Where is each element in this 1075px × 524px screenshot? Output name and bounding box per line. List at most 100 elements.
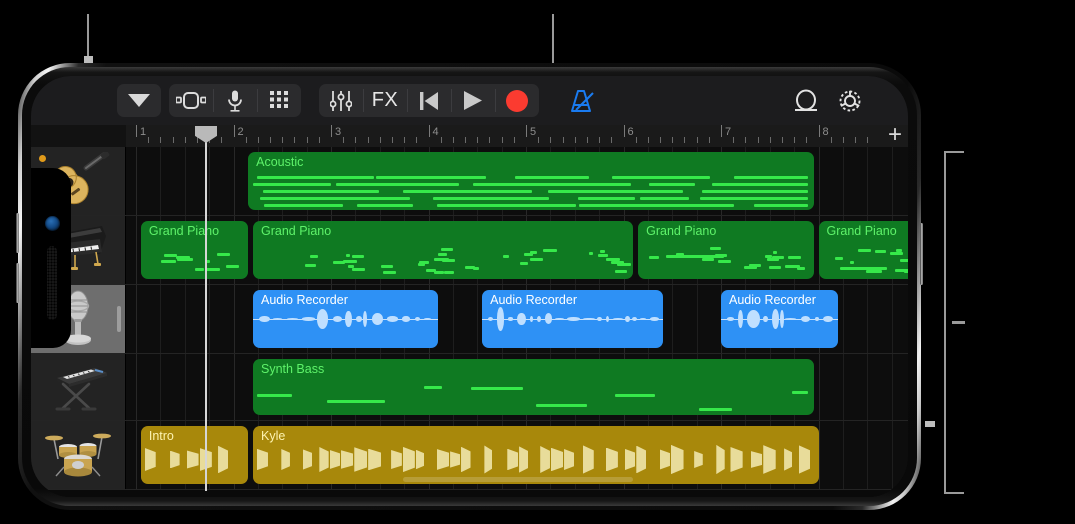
audio-recorder-track[interactable]: Audio Recorder Audio Recorder Audio Record…	[31, 285, 908, 354]
region-green[interactable]: Grand Piano	[253, 221, 634, 279]
toolbar: FX	[31, 76, 908, 125]
grand-piano-track-lane[interactable]: Grand Piano Grand Piano Grand Piano Grand P…	[126, 216, 908, 284]
drum-beat-marker	[302, 449, 313, 470]
ruler-tick	[513, 137, 515, 143]
waveform-blob	[596, 316, 603, 322]
region-blue[interactable]: Audio Recorder	[721, 290, 838, 348]
ruler-tick	[611, 137, 613, 143]
acoustic-guitar-track[interactable]: Acoustic	[31, 147, 908, 216]
ruler-tick	[842, 137, 844, 143]
region-yellow[interactable]: Kyle	[253, 426, 819, 484]
region-blue[interactable]: Audio Recorder	[482, 290, 663, 348]
ruler-tick	[757, 137, 759, 143]
waveform-blob	[738, 309, 744, 329]
track-record-enable-dot[interactable]	[39, 155, 46, 162]
add-track-button[interactable]: +	[888, 123, 902, 147]
synth-bass-track[interactable]: Synth Bass	[31, 354, 908, 421]
midi-note	[702, 190, 808, 193]
ruler-bar-number: 7	[725, 126, 732, 138]
region-green[interactable]: Acoustic	[248, 152, 814, 210]
gear-icon	[839, 90, 861, 111]
drum-beat-marker	[730, 446, 743, 472]
drum-beat-marker	[636, 445, 647, 474]
volume-down-button[interactable]	[16, 263, 19, 303]
lane-gridline	[672, 285, 674, 353]
waveform-blob	[286, 318, 298, 320]
region-green[interactable]: Grand Piano	[140, 221, 249, 279]
midi-note	[424, 385, 443, 389]
playhead[interactable]	[205, 140, 207, 491]
drum-beat-marker	[694, 451, 703, 468]
lane-gridline	[184, 285, 186, 353]
drummer-track-lane[interactable]: Intro Kyle	[126, 421, 908, 489]
settings-button[interactable]	[828, 84, 872, 117]
lane-gridline	[842, 421, 844, 489]
ruler-tick	[781, 137, 783, 143]
ruler-tick	[794, 137, 796, 143]
midi-note	[791, 390, 808, 394]
play-button[interactable]	[451, 84, 495, 117]
synth-bass-track-header[interactable]	[31, 354, 126, 420]
midi-note	[257, 393, 292, 397]
midi-note	[709, 247, 722, 251]
acoustic-guitar-track-lane[interactable]: Acoustic	[126, 147, 908, 215]
ruler-tick	[404, 137, 406, 143]
ruler-tick	[647, 137, 649, 143]
midi-note	[577, 197, 635, 200]
volume-up-button[interactable]	[16, 213, 19, 253]
waveform-blob	[516, 312, 526, 326]
undo-button[interactable]	[784, 84, 828, 117]
midi-note	[336, 183, 460, 186]
ruler-tick	[684, 137, 686, 143]
mixer-button[interactable]	[319, 84, 363, 117]
loop-browser-button[interactable]	[169, 84, 213, 117]
rewind-button[interactable]	[407, 84, 451, 117]
midi-note	[470, 387, 523, 391]
midi-note	[472, 183, 631, 186]
waveform-blob	[363, 311, 368, 327]
navigation-chevron-button[interactable]	[117, 84, 161, 117]
region-scrollbar[interactable]	[403, 477, 633, 482]
region-yellow[interactable]: Intro	[140, 426, 249, 484]
region-green[interactable]: Grand Piano	[818, 221, 908, 279]
midi-note	[788, 255, 801, 259]
region-green[interactable]: Synth Bass	[253, 359, 814, 415]
region-green[interactable]: Grand Piano	[638, 221, 814, 279]
grand-piano-track[interactable]: Grand Piano Grand Piano Grand Piano Grand P…	[31, 216, 908, 285]
midi-note	[588, 251, 594, 255]
lane-gridline	[136, 354, 137, 420]
lane-gridline	[867, 147, 869, 215]
drum-beat-marker	[484, 445, 493, 474]
lane-gridline	[209, 147, 211, 215]
ruler-tick	[769, 137, 771, 143]
timeline-ruler[interactable]: + 1 2 3 4 5 6 7 8	[31, 123, 908, 147]
midi-note	[433, 197, 549, 200]
lane-gridline	[867, 354, 869, 420]
audio-recorder-track-lane[interactable]: Audio Recorder Audio Recorder Audio Record…	[126, 285, 908, 353]
instruments-button[interactable]	[257, 84, 301, 117]
track-scroll-indicator[interactable]	[117, 306, 121, 332]
midi-note	[352, 254, 364, 258]
midi-note	[375, 176, 487, 179]
audio-recorder-button[interactable]	[213, 84, 257, 117]
lane-gridline	[233, 285, 235, 353]
power-button[interactable]	[920, 223, 923, 285]
drummer-track-header[interactable]	[31, 421, 126, 489]
ruler-tick	[672, 137, 674, 143]
toolbar-group-browsers	[169, 84, 301, 117]
drummer-track[interactable]: Intro Kyle	[31, 421, 908, 490]
waveform-blob	[423, 317, 431, 321]
record-button[interactable]	[495, 84, 539, 117]
ruler-tick	[855, 137, 857, 143]
region-blue[interactable]: Audio Recorder	[253, 290, 439, 348]
ruler-tick	[489, 137, 491, 143]
fx-button[interactable]: FX	[363, 84, 407, 117]
ruler-tick	[562, 137, 564, 143]
ruler-tick	[416, 137, 418, 143]
ruler-tick	[660, 137, 662, 143]
ruler-tick	[696, 137, 698, 143]
synth-bass-track-lane[interactable]: Synth Bass	[126, 354, 908, 420]
midi-note	[767, 257, 780, 261]
chevron-down-icon	[128, 94, 150, 107]
metronome-button[interactable]	[559, 84, 603, 117]
